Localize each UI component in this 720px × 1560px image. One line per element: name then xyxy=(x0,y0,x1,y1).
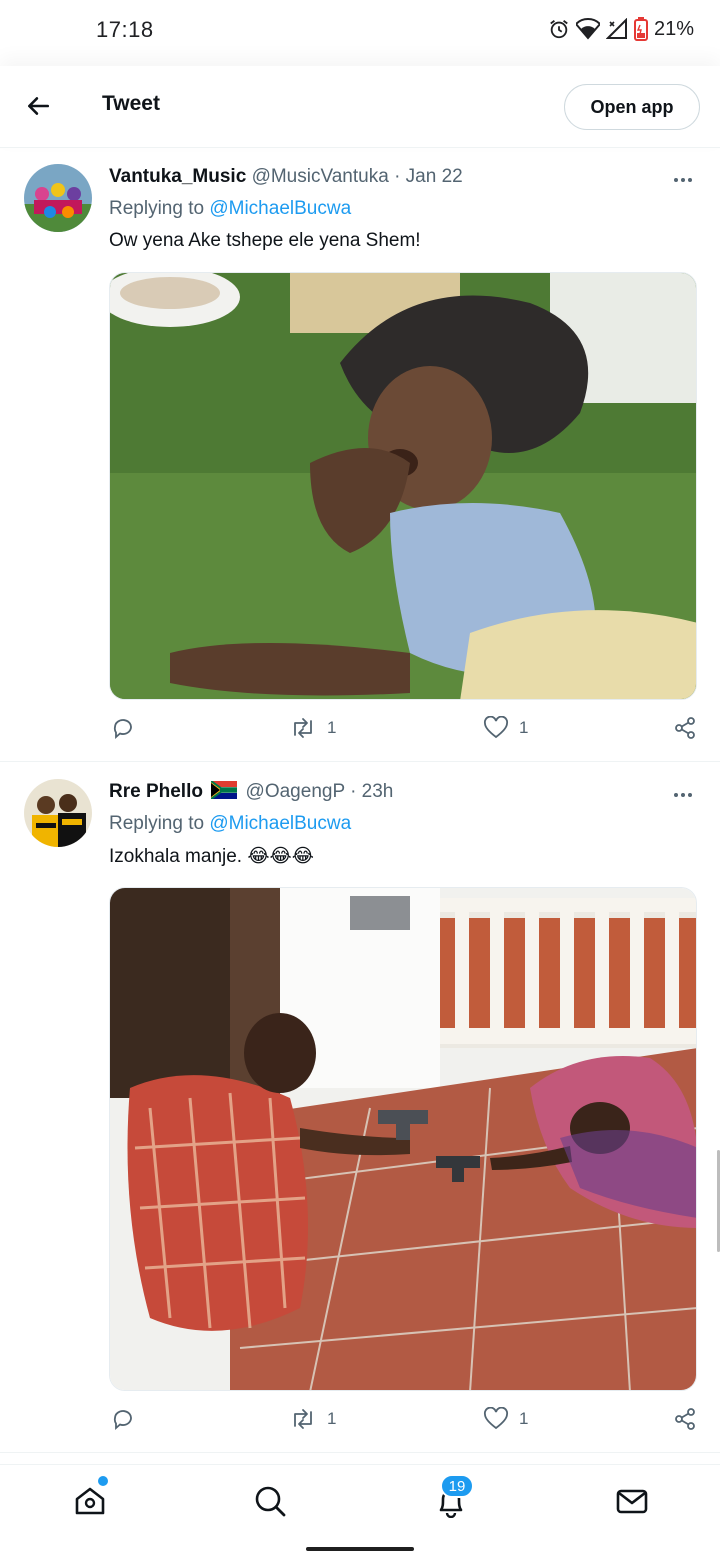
status-icons: 21% xyxy=(548,17,694,41)
more-icon xyxy=(674,793,678,797)
gesture-bar[interactable] xyxy=(306,1547,414,1551)
back-button[interactable] xyxy=(20,88,56,124)
wifi-icon xyxy=(575,18,600,40)
page-title: Tweet xyxy=(102,92,160,115)
replying-prefix: Replying to xyxy=(109,198,205,219)
user-handle[interactable]: @OagengP xyxy=(246,781,345,802)
retweet-icon xyxy=(294,718,312,738)
replying-to: Replying to @MichaelBucwa xyxy=(109,198,351,220)
user-handle[interactable]: @MusicVantuka xyxy=(252,166,389,187)
reply-button[interactable] xyxy=(111,1407,135,1431)
nav-messages[interactable] xyxy=(612,1481,652,1521)
reply-icon xyxy=(113,719,132,739)
back-arrow-icon xyxy=(28,97,50,115)
tweet-text: Ow yena Ake tshepe ele yena Shem! xyxy=(109,230,421,251)
share-icon xyxy=(675,717,695,739)
share-icon xyxy=(675,1408,695,1430)
replying-to: Replying to @MichaelBucwa xyxy=(109,813,351,835)
reply-button[interactable] xyxy=(111,716,135,740)
open-app-button[interactable]: Open app xyxy=(564,84,700,130)
south-africa-flag-icon xyxy=(210,780,239,800)
retweet-count: 1 xyxy=(327,718,337,737)
tweet[interactable]: Vantuka_Music @MusicVantuka · Jan 22 Rep… xyxy=(0,148,720,762)
retweet-count: 1 xyxy=(327,1409,337,1428)
search-icon xyxy=(255,1486,286,1517)
home-icon xyxy=(75,1487,105,1515)
retweet-icon xyxy=(294,1409,312,1429)
bottom-navigation: 19 xyxy=(0,1464,720,1536)
tweet-time[interactable]: · 23h xyxy=(350,781,393,802)
display-name[interactable]: Rre Phello xyxy=(109,781,203,802)
like-button[interactable]: 1 xyxy=(483,716,528,740)
notifications-badge: 19 xyxy=(440,1474,474,1498)
like-count: 1 xyxy=(519,1409,529,1428)
nav-home[interactable] xyxy=(70,1481,110,1521)
reply-mention-link[interactable]: @MichaelBucwa xyxy=(209,198,351,219)
tweet-time[interactable]: · Jan 22 xyxy=(394,166,463,187)
home-unread-dot xyxy=(98,1476,108,1486)
share-button[interactable] xyxy=(673,1407,697,1431)
tweet-actions: 1 1 xyxy=(109,716,699,746)
more-options-button[interactable] xyxy=(668,170,698,190)
battery-icon xyxy=(633,17,648,41)
top-bar: Tweet Open app xyxy=(0,66,720,148)
like-icon xyxy=(484,716,508,739)
messages-icon xyxy=(616,1489,648,1514)
tweet-text: Izokhala manje. 😂😂😂 xyxy=(109,846,314,867)
tweet-photo[interactable] xyxy=(109,272,697,700)
tweet-header: Rre Phello @OagengP · 23h xyxy=(109,780,393,803)
nav-search[interactable] xyxy=(250,1481,290,1521)
reply-mention-link[interactable]: @MichaelBucwa xyxy=(209,813,351,834)
signal-icon xyxy=(605,18,627,39)
tweet-photo[interactable] xyxy=(109,887,697,1391)
like-button[interactable]: 1 xyxy=(483,1407,528,1431)
retweet-button[interactable]: 1 xyxy=(289,1407,336,1431)
tweet[interactable]: Rre Phello @OagengP · 23h Replying to @M… xyxy=(0,763,720,1453)
like-icon xyxy=(484,1407,508,1430)
status-bar: 17:18 21% xyxy=(0,0,720,64)
reply-icon xyxy=(113,1410,132,1430)
retweet-button[interactable]: 1 xyxy=(289,716,336,740)
like-count: 1 xyxy=(519,718,529,737)
battery-percent: 21% xyxy=(653,17,694,40)
share-button[interactable] xyxy=(673,716,697,740)
avatar[interactable] xyxy=(24,779,92,847)
avatar[interactable] xyxy=(24,164,92,232)
alarm-icon xyxy=(550,20,568,39)
status-time: 17:18 xyxy=(96,17,154,42)
tweet-header: Vantuka_Music @MusicVantuka · Jan 22 xyxy=(109,166,463,188)
tweet-actions: 1 1 xyxy=(109,1407,699,1437)
more-icon xyxy=(674,178,678,182)
more-options-button[interactable] xyxy=(668,785,698,805)
display-name[interactable]: Vantuka_Music xyxy=(109,166,246,187)
replying-prefix: Replying to xyxy=(109,813,205,834)
